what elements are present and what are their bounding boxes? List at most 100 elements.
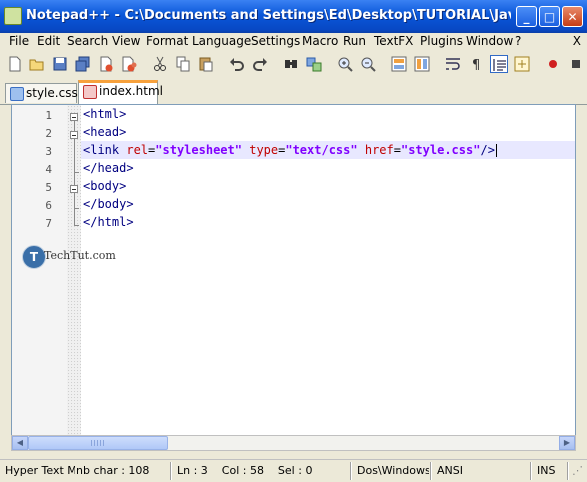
code-token: <head> — [83, 125, 127, 139]
maximize-button[interactable]: □ — [539, 6, 560, 27]
code-token: "style.css" — [400, 143, 481, 157]
status-eol-format: Dos\Windows — [357, 464, 429, 477]
user-lang-icon[interactable] — [513, 55, 531, 73]
word-wrap-icon[interactable] — [444, 55, 462, 73]
file-icon — [83, 85, 97, 99]
code-line[interactable]: <body> — [83, 177, 126, 195]
file-icon — [10, 87, 24, 101]
scroll-left-button[interactable]: ◀ — [12, 436, 28, 450]
techtut-logo: T — [22, 245, 46, 269]
window-title: Notepad++ - C:\Documents and Settings\Ed… — [26, 8, 511, 23]
code-token: <link — [83, 143, 127, 157]
menu-edit[interactable]: Edit — [37, 34, 60, 48]
resize-grip-icon[interactable]: ⋰ — [572, 462, 584, 480]
code-token: rel — [126, 143, 149, 157]
status-encoding: ANSI — [437, 464, 463, 477]
close-button[interactable]: ✕ — [562, 6, 583, 27]
menu-plugins[interactable]: Plugins — [420, 34, 463, 48]
scroll-right-button[interactable]: ▶ — [559, 436, 575, 450]
new-file-icon[interactable] — [6, 55, 24, 73]
close-file-icon[interactable] — [97, 55, 115, 73]
sync-horizontal-icon[interactable] — [413, 55, 431, 73]
line-number: 1 — [45, 109, 52, 122]
notepadpp-icon[interactable] — [4, 7, 22, 25]
tab-style-css[interactable]: style.css — [5, 83, 78, 103]
code-token: = — [393, 143, 401, 157]
code-token: /> — [480, 143, 495, 157]
document-tab-bar: style.css index.html — [0, 80, 587, 105]
undo-icon[interactable] — [228, 55, 246, 73]
redo-icon[interactable] — [251, 55, 269, 73]
show-all-chars-icon[interactable]: ¶ — [467, 55, 485, 73]
menu-search[interactable]: Search — [67, 34, 108, 48]
menu-file[interactable]: File — [9, 34, 29, 48]
status-separator — [170, 462, 172, 480]
code-line[interactable]: <link rel="stylesheet" type="text/css" h… — [81, 141, 575, 159]
fold-toggle-body[interactable] — [70, 185, 78, 193]
find-icon[interactable] — [282, 55, 300, 73]
code-token: <body> — [83, 179, 127, 193]
fold-toggle-html[interactable] — [70, 113, 78, 121]
line-number: 5 — [45, 181, 52, 194]
code-token: "stylesheet" — [155, 143, 242, 157]
horizontal-scrollbar[interactable]: ◀ ▶ — [11, 435, 576, 451]
menu-settings[interactable]: Settings — [251, 34, 300, 48]
zoom-in-icon[interactable] — [336, 55, 354, 73]
stop-record-icon[interactable] — [567, 55, 585, 73]
svg-text:¶: ¶ — [472, 58, 480, 73]
line-number: 7 — [45, 217, 52, 230]
record-macro-icon[interactable] — [544, 55, 562, 73]
status-char-count: nb char : 108 — [76, 464, 150, 477]
tab-label: index.html — [99, 84, 163, 98]
fold-end-marker — [74, 225, 79, 226]
sync-vertical-icon[interactable] — [390, 55, 408, 73]
save-all-icon[interactable] — [74, 55, 92, 73]
menu-macro[interactable]: Macro — [302, 34, 338, 48]
open-file-icon[interactable] — [28, 55, 46, 73]
fold-toggle-head[interactable] — [70, 131, 78, 139]
tab-index-html[interactable]: index.html — [78, 80, 163, 105]
code-editor[interactable]: 1 2 3 4 5 6 7 <html> <head> <link rel="sty… — [11, 104, 576, 436]
cut-icon[interactable] — [151, 55, 169, 73]
menu-window[interactable]: Window — [466, 34, 513, 48]
replace-icon[interactable] — [305, 55, 323, 73]
fold-end-marker — [74, 208, 79, 209]
status-bar: Hyper Text Ma nb char : 108 Ln : 3 Col :… — [0, 459, 587, 482]
menu-run[interactable]: Run — [343, 34, 366, 48]
code-line[interactable]: </head> — [83, 159, 134, 177]
menu-language[interactable]: Language — [192, 34, 251, 48]
code-line[interactable]: <head> — [83, 123, 126, 141]
code-line[interactable]: </html> — [83, 213, 134, 231]
toolbar: ¶ — [0, 52, 587, 78]
scroll-thumb[interactable] — [28, 436, 168, 450]
fold-end-marker — [74, 172, 79, 173]
status-cursor-position: Ln : 3 Col : 58 Sel : 0 — [177, 464, 313, 477]
code-token: href — [364, 143, 394, 157]
menu-close-document[interactable]: X — [573, 34, 581, 48]
code-token: </html> — [83, 215, 134, 229]
line-number: 3 — [45, 145, 52, 158]
status-language: Hyper Text Ma — [5, 464, 75, 477]
close-all-icon[interactable] — [120, 55, 138, 73]
indent-guide-icon[interactable] — [490, 55, 508, 73]
menu-format[interactable]: Format — [146, 34, 188, 48]
code-token: </head> — [83, 161, 134, 175]
save-icon[interactable] — [51, 55, 69, 73]
menu-textfx[interactable]: TextFX — [374, 34, 413, 48]
status-separator — [430, 462, 432, 480]
code-line[interactable]: </body> — [83, 195, 134, 213]
zoom-out-icon[interactable] — [359, 55, 377, 73]
code-token: <html> — [83, 107, 127, 121]
line-number: 2 — [45, 127, 52, 140]
minimize-button[interactable]: _ — [516, 6, 537, 27]
copy-icon[interactable] — [174, 55, 192, 73]
menu-bar: File Edit Search View Format Language Se… — [0, 33, 587, 50]
menu-view[interactable]: View — [112, 34, 140, 48]
menu-help[interactable]: ? — [515, 34, 521, 48]
watermark-text: TechTut.com — [44, 249, 116, 262]
tab-label: style.css — [26, 86, 78, 100]
code-line[interactable]: <html> — [83, 105, 126, 123]
paste-icon[interactable] — [197, 55, 215, 73]
line-number: 6 — [45, 199, 52, 212]
